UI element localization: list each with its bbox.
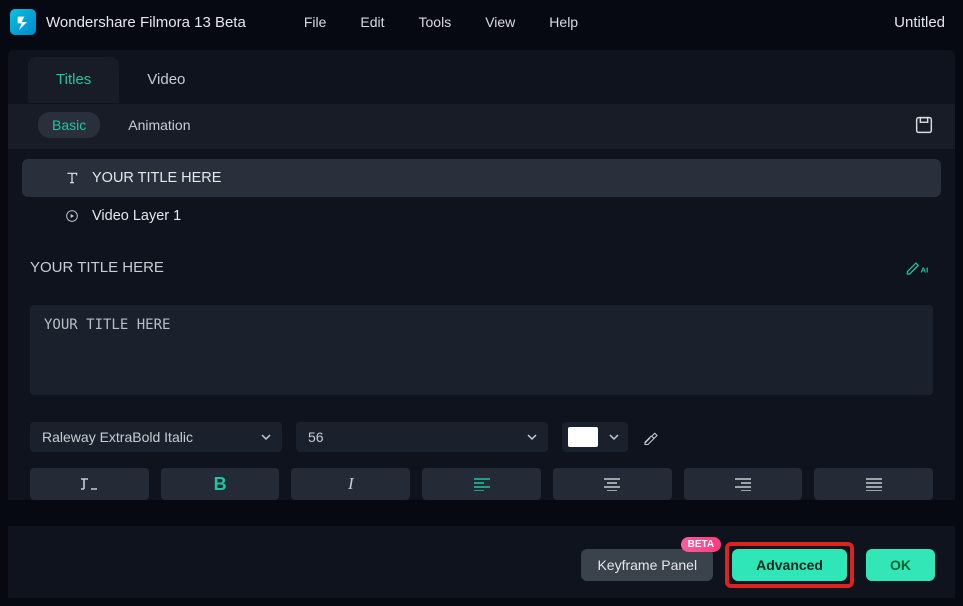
text-icon [64, 170, 80, 186]
title-bar: Wondershare Filmora 13 Beta File Edit To… [0, 0, 963, 48]
font-size-select[interactable]: 56 [296, 422, 548, 452]
chevron-down-icon [260, 431, 272, 443]
sub-tab-bar: Basic Animation [8, 104, 955, 149]
keyframe-panel-wrap: BETA Keyframe Panel [581, 549, 713, 581]
color-swatch [568, 427, 598, 447]
top-tabs: Titles Video [8, 50, 955, 104]
font-controls: Raleway ExtraBold Italic 56 [30, 422, 933, 452]
align-center-button[interactable] [553, 468, 672, 500]
tab-video[interactable]: Video [119, 57, 213, 103]
align-left-button[interactable] [422, 468, 541, 500]
menu-edit[interactable]: Edit [360, 14, 384, 30]
keyframe-panel-button[interactable]: Keyframe Panel [581, 549, 713, 581]
svg-text:AI: AI [921, 265, 929, 274]
section-title: YOUR TITLE HERE [30, 259, 164, 276]
beta-badge: BETA [681, 537, 721, 552]
layer-label: YOUR TITLE HERE [92, 170, 221, 186]
layer-title-text[interactable]: YOUR TITLE HERE [22, 159, 941, 197]
subtab-animation[interactable]: Animation [128, 117, 190, 133]
subtab-basic[interactable]: Basic [38, 112, 100, 138]
menu-tools[interactable]: Tools [419, 14, 452, 30]
layer-video[interactable]: Video Layer 1 [22, 197, 941, 235]
title-text-input[interactable] [30, 305, 933, 395]
font-family-value: Raleway ExtraBold Italic [42, 429, 193, 445]
app-logo [10, 9, 36, 35]
eyedropper-icon[interactable] [642, 428, 660, 446]
font-family-select[interactable]: Raleway ExtraBold Italic [30, 422, 282, 452]
text-transform-button[interactable] [30, 468, 149, 500]
save-preset-icon[interactable] [913, 114, 935, 136]
menu-help[interactable]: Help [549, 14, 578, 30]
filmora-icon [15, 14, 31, 30]
play-icon [64, 208, 80, 224]
bold-button[interactable]: B [161, 468, 280, 500]
menu-view[interactable]: View [485, 14, 515, 30]
ok-button[interactable]: OK [866, 549, 935, 581]
menu-file[interactable]: File [304, 14, 327, 30]
advanced-button[interactable]: Advanced [732, 549, 847, 581]
font-color-select[interactable] [562, 422, 628, 452]
section-header: YOUR TITLE HERE AI [8, 235, 955, 287]
tab-titles[interactable]: Titles [28, 57, 119, 103]
chevron-down-icon [608, 431, 620, 443]
italic-button[interactable]: I [291, 468, 410, 500]
document-name: Untitled [894, 14, 945, 31]
format-buttons: B I [30, 468, 933, 500]
align-justify-button[interactable] [814, 468, 933, 500]
main-menu: File Edit Tools View Help [304, 14, 578, 30]
advanced-highlight: Advanced [725, 542, 854, 588]
app-title: Wondershare Filmora 13 Beta [46, 14, 246, 31]
bottom-action-bar: BETA Keyframe Panel Advanced OK [8, 526, 955, 598]
chevron-down-icon [526, 431, 538, 443]
layer-list: YOUR TITLE HERE Video Layer 1 [22, 159, 941, 235]
align-right-button[interactable] [684, 468, 803, 500]
ai-edit-icon[interactable]: AI [905, 257, 933, 277]
editor-panel: Titles Video Basic Animation YOUR TITLE … [8, 50, 955, 500]
layer-label: Video Layer 1 [92, 208, 181, 224]
font-size-value: 56 [308, 429, 324, 445]
